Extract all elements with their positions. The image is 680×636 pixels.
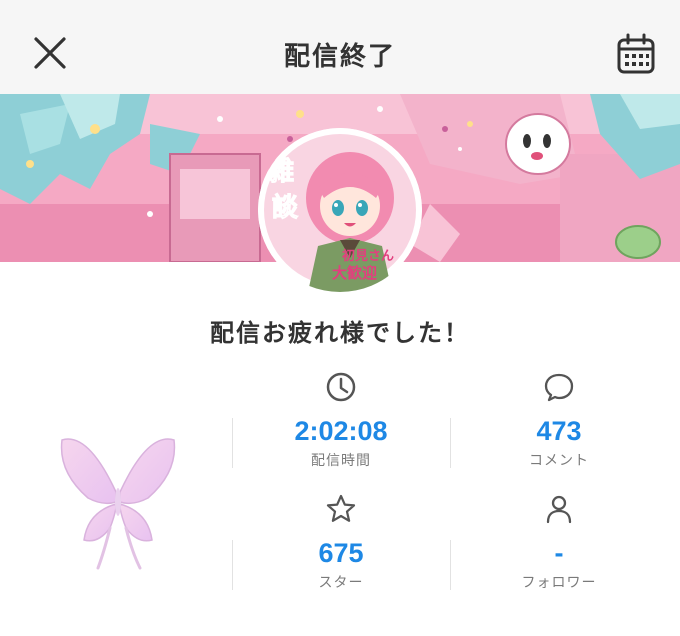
stream-end-message: 配信お疲れ様でした！ <box>210 319 470 347</box>
stat-comments: 473 コメント <box>450 368 668 470</box>
stat-label: 配信時間 <box>311 453 371 469</box>
stat-value: - <box>554 538 564 568</box>
stat-stream-time: 2:02:08 配信時間 <box>232 368 450 470</box>
avatar-text-4: 大歓迎 <box>332 264 377 282</box>
avatar-text-3: 初見さん <box>342 248 394 264</box>
avatar-image: 雑 談 初見さん 大歓迎 <box>258 128 422 292</box>
stat-value: 675 <box>318 538 364 568</box>
avatar-text-2: 談 <box>272 192 299 223</box>
clock-icon <box>326 372 356 402</box>
stat-label: スター <box>318 575 364 591</box>
comment-icon <box>544 373 574 402</box>
stat-followers: - フォロワー <box>450 490 668 592</box>
butterfly-decoration <box>58 432 178 572</box>
page-title: 配信終了 <box>283 42 396 72</box>
header-bar: 配信終了 <box>0 0 680 94</box>
stat-value: 2:02:08 <box>294 416 388 446</box>
calendar-button[interactable] <box>612 30 660 78</box>
person-icon <box>546 495 572 524</box>
calendar-icon <box>617 33 655 74</box>
star-icon <box>326 494 356 522</box>
stat-label: フォロワー <box>521 575 597 591</box>
stat-stars: 675 スター <box>232 490 450 592</box>
avatar: 雑 談 初見さん 大歓迎 <box>258 128 422 292</box>
stat-value: 473 <box>536 416 582 446</box>
butterfly-icon <box>60 438 176 570</box>
stat-label: コメント <box>529 453 589 469</box>
